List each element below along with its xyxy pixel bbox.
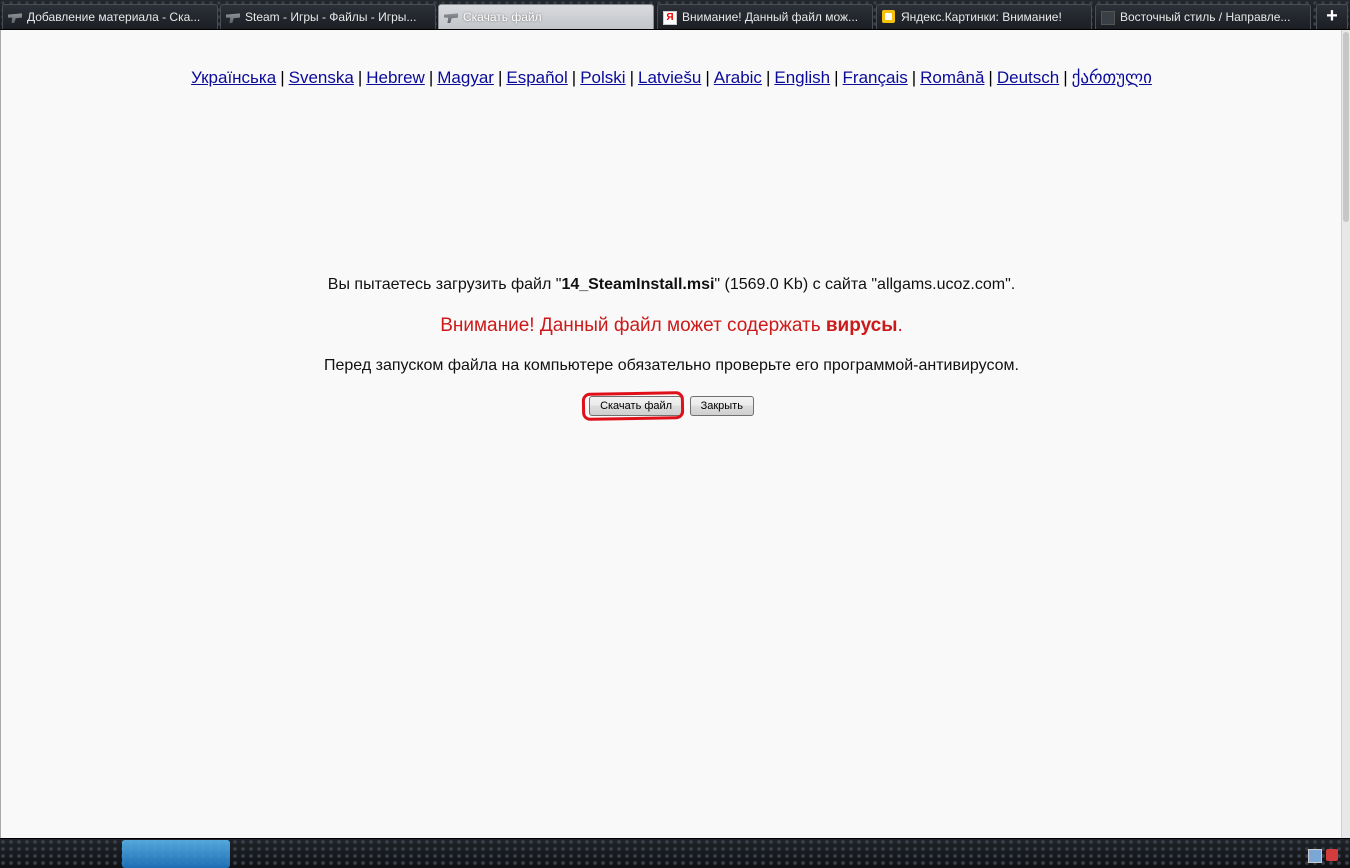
page-icon [1101, 11, 1115, 25]
antivirus-advice-text: Перед запуском файла на компьютере обяза… [323, 357, 1019, 374]
warning-suffix: . [897, 315, 903, 336]
windows-taskbar [0, 838, 1350, 868]
language-link-spanish[interactable]: Español [506, 68, 567, 87]
new-tab-button[interactable]: + [1316, 4, 1348, 29]
separator: | [428, 68, 434, 87]
close-button[interactable]: Закрыть [689, 396, 754, 416]
language-link-ukrainian[interactable]: Українська [191, 68, 276, 87]
language-link-swedish[interactable]: Svenska [289, 68, 354, 87]
separator: | [357, 68, 363, 87]
red-highlight-circle [581, 391, 685, 421]
yandex-images-icon [882, 10, 895, 23]
language-link-hebrew[interactable]: Hebrew [366, 68, 425, 87]
language-link-french[interactable]: Français [843, 68, 908, 87]
tab-add-material[interactable]: Добавление материала - Ска... [2, 4, 218, 29]
virus-warning-text: Внимание! Данный файл может содержать ви… [1, 315, 1342, 337]
download-info-text: Вы пытаетесь загрузить файл "14_SteamIns… [1, 276, 1342, 294]
separator: | [1063, 68, 1068, 87]
separator: | [765, 68, 771, 87]
language-link-german[interactable]: Deutsch [997, 68, 1059, 87]
language-link-polish[interactable]: Polski [580, 68, 625, 87]
separator: | [571, 68, 577, 87]
browser-tab-strip: Добавление материала - Ска... Steam - Иг… [0, 0, 1350, 30]
site-favicon-icon [226, 13, 240, 23]
tab-steam-games[interactable]: Steam - Игры - Файлы - Игры... [220, 4, 436, 29]
system-tray [1308, 845, 1344, 865]
taskbar-active-item[interactable] [122, 840, 230, 868]
warning-prefix: Внимание! Данный файл может содержать [440, 315, 826, 336]
scrollbar-thumb[interactable] [1343, 32, 1349, 222]
language-link-latvian[interactable]: Latviešu [638, 68, 701, 87]
tab-label: Внимание! Данный файл мож... [682, 10, 859, 24]
separator: | [911, 68, 917, 87]
tab-label: Восточный стиль / Направле... [1120, 10, 1291, 24]
vertical-scrollbar[interactable] [1341, 30, 1350, 838]
site-favicon-icon [8, 13, 22, 23]
language-link-hungarian[interactable]: Magyar [437, 68, 494, 87]
tab-yandex-warning[interactable]: Я Внимание! Данный файл мож... [657, 4, 873, 29]
separator: | [497, 68, 503, 87]
tab-label: Добавление материала - Ска... [27, 10, 201, 24]
language-link-english[interactable]: English [774, 68, 830, 87]
separator: | [834, 68, 839, 87]
tab-label: Steam - Игры - Файлы - Игры... [245, 10, 417, 24]
language-link-arabic[interactable]: Arabic [714, 68, 762, 87]
tab-label: Скачать файл [463, 10, 542, 24]
info-suffix: " (1569.0 Kb) с сайта "allgams.ucoz.com"… [714, 276, 1016, 293]
warning-emphasis: вирусы [825, 315, 898, 336]
antivirus-icon[interactable] [1326, 849, 1338, 861]
tab-label: Яндекс.Картинки: Внимание! [901, 10, 1062, 24]
file-name: 14_SteamInstall.msi [561, 276, 715, 293]
info-prefix: Вы пытаетесь загрузить файл " [327, 276, 562, 293]
language-bar: Українська | Svenska | Hebrew | Magyar | Español… [1, 68, 1342, 88]
tab-yandex-images[interactable]: Яндекс.Картинки: Внимание! [876, 4, 1092, 29]
yandex-icon: Я [663, 11, 677, 25]
separator: | [705, 68, 710, 87]
language-link-georgian[interactable]: ქართული [1072, 68, 1152, 87]
separator: | [280, 68, 285, 87]
network-icon[interactable] [1308, 849, 1322, 863]
site-favicon-icon [444, 13, 458, 23]
language-link-romanian[interactable]: Română [920, 68, 984, 87]
tab-oriental-style[interactable]: Восточный стиль / Направле... [1095, 4, 1311, 29]
separator: | [629, 68, 634, 87]
tab-download-file[interactable]: Скачать файл [438, 4, 654, 29]
page-content: Українська | Svenska | Hebrew | Magyar | Español… [0, 30, 1341, 838]
separator: | [988, 68, 993, 87]
